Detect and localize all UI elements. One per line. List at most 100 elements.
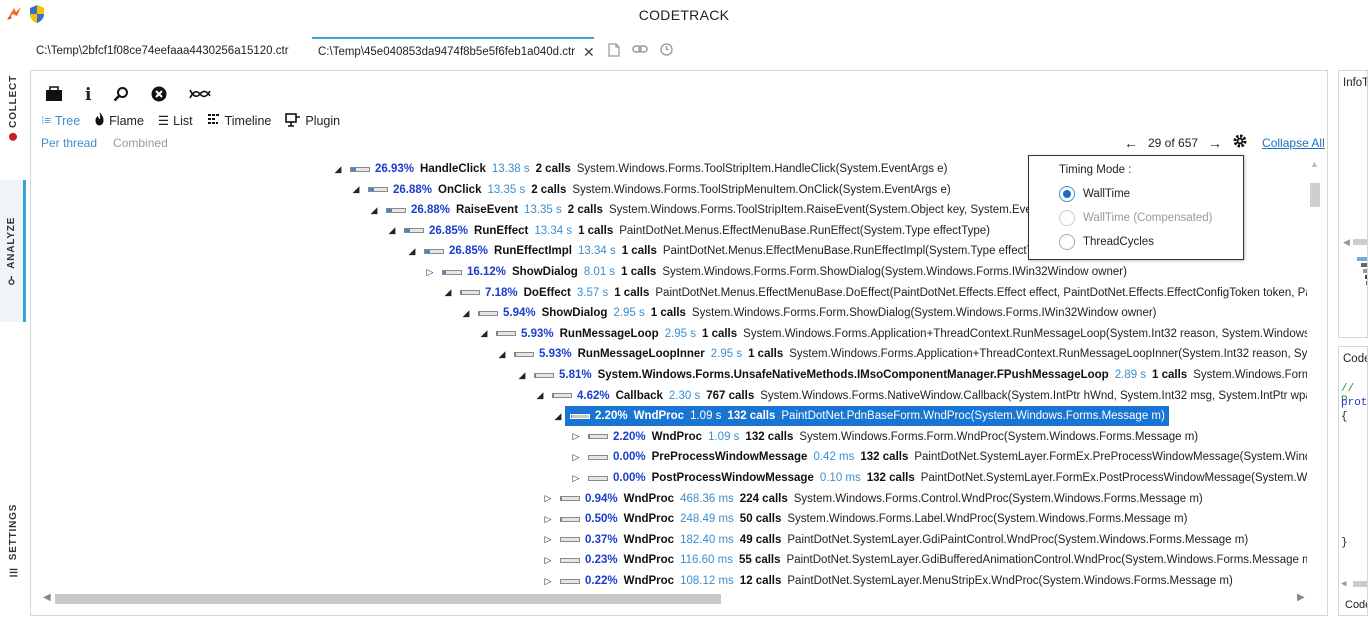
expanded-arrow-icon[interactable]: ◢: [495, 349, 509, 360]
tree-row[interactable]: ◢ 5.93% RunMessageLoopInner 2.95 s 1 calls Sy…: [31, 344, 1307, 364]
expanded-arrow-icon[interactable]: ◢: [385, 225, 399, 236]
horizontal-scrollbar[interactable]: ◀ ▶: [41, 591, 1309, 605]
mini-scrollbar[interactable]: [1353, 239, 1367, 245]
scroll-left-arrow-icon[interactable]: ◀: [43, 592, 51, 603]
expanded-arrow-icon[interactable]: ◢: [349, 184, 363, 195]
row-time: 0.42 ms: [813, 451, 855, 464]
tree-row[interactable]: ▷ 0.94% WndProc 468.36 ms 224 calls System.Wi…: [31, 489, 1307, 509]
row-signature: System.Windows.Forms.ToolStripItem.Handl…: [576, 163, 948, 175]
tree-row[interactable]: ▷ 0.50% WndProc 248.49 ms 50 calls System.Win…: [31, 509, 1307, 529]
scroll-left-arrow-icon[interactable]: ◀: [1341, 579, 1346, 589]
collapsed-arrow-icon[interactable]: ▷: [541, 514, 555, 525]
row-time: 1.09 s: [690, 410, 722, 423]
vertical-scrollbar-thumb[interactable]: [1310, 183, 1320, 207]
tree-row[interactable]: ▷ 2.20% WndProc 1.09 s 132 calls System.Windo…: [31, 427, 1307, 447]
code-line: {: [1341, 411, 1348, 423]
expanded-arrow-icon[interactable]: ◢: [477, 328, 491, 339]
percent-bar: [534, 372, 554, 378]
radio-circle[interactable]: [1059, 186, 1075, 202]
tree-row[interactable]: ◢ 5.81% System.Windows.Forms.UnsafeNativeM…: [31, 365, 1307, 385]
row-calls: 1 calls: [701, 327, 738, 340]
row-time: 182.40 ms: [680, 533, 734, 546]
scroll-left-arrow-icon[interactable]: ◀: [1343, 237, 1350, 248]
plugin-icon: [285, 111, 301, 130]
tab-plugin[interactable]: Plugin: [285, 111, 340, 130]
view-tabs: ⁝≡ Tree Flame ☰ List Timeline Plugin: [41, 111, 340, 130]
expanded-arrow-icon[interactable]: ◢: [459, 308, 473, 319]
expanded-arrow-icon[interactable]: ◢: [533, 390, 547, 401]
per-thread-tab[interactable]: Per thread: [41, 136, 97, 150]
row-time: 13.38 s: [491, 163, 530, 175]
close-icon[interactable]: ✕: [583, 44, 595, 61]
nav-settings[interactable]: ☰ SETTINGS: [0, 500, 26, 582]
clear-icon[interactable]: [151, 86, 167, 105]
collapsed-arrow-icon[interactable]: ▷: [569, 473, 583, 484]
collapsed-arrow-icon[interactable]: ▷: [569, 431, 583, 442]
info-icon[interactable]: i: [85, 85, 91, 105]
collapsed-arrow-icon[interactable]: ▷: [541, 555, 555, 566]
row-signature: PaintDotNet.Menus.EffectMenuBase.RunEffe…: [662, 245, 1056, 258]
tree-row[interactable]: ◢ 7.18% DoEffect 3.57 s 1 calls PaintDotNet.M…: [31, 283, 1307, 303]
tree-row[interactable]: ▷ 0.37% WndProc 182.40 ms 49 calls PaintDotNe…: [31, 530, 1307, 550]
tab-tree[interactable]: ⁝≡ Tree: [41, 114, 80, 128]
tree-row[interactable]: ◢ 5.94% ShowDialog 2.95 s 1 calls System.Wind…: [31, 303, 1307, 323]
tree-row[interactable]: ▷ 16.12% ShowDialog 8.01 s 1 calls System.Win…: [31, 262, 1307, 282]
row-percent: 5.93%: [539, 348, 572, 361]
tab-flame[interactable]: Flame: [94, 112, 144, 129]
scroll-up-arrow-icon[interactable]: ▲: [1310, 159, 1320, 169]
tree-row[interactable]: ▷ 0.00% PreProcessWindowMessage 0.42 ms 132 …: [31, 447, 1307, 467]
row-method-name: WndProc: [623, 513, 675, 526]
tree-row[interactable]: ▷ 0.22% WndProc 108.12 ms 12 calls PaintDotNe…: [31, 571, 1307, 589]
tree-row[interactable]: ▷ 0.00% PostProcessWindowMessage 0.10 ms 132…: [31, 468, 1307, 488]
horizontal-scrollbar-thumb[interactable]: [55, 594, 721, 604]
expanded-arrow-icon[interactable]: ◢: [515, 370, 529, 381]
percent-bar: [570, 413, 590, 419]
tree-row[interactable]: ◢ 5.93% RunMessageLoop 2.95 s 1 calls System.…: [31, 324, 1307, 344]
combined-tab[interactable]: Combined: [113, 136, 168, 150]
tree-row[interactable]: ▷ 0.23% WndProc 116.60 ms 55 calls PaintDotNe…: [31, 550, 1307, 570]
thread-mode-tabs: Per thread Combined: [41, 136, 168, 150]
tree-row[interactable]: ◢ 4.62% Callback 2.30 s 767 calls System.Wind…: [31, 386, 1307, 406]
open-folder-icon[interactable]: [45, 85, 63, 105]
collapsed-arrow-icon[interactable]: ▷: [541, 493, 555, 504]
collapse-all-link[interactable]: Collapse All: [1262, 136, 1325, 150]
collapsed-arrow-icon[interactable]: ▷: [541, 534, 555, 545]
collapsed-arrow-icon[interactable]: ▷: [541, 576, 555, 587]
tab-flame-label: Flame: [109, 113, 144, 128]
mini-scrollbar[interactable]: [1353, 581, 1367, 587]
radio-threadcycles[interactable]: ThreadCycles: [1059, 230, 1243, 254]
magnifier-icon: ⚲: [6, 273, 17, 286]
radio-walltime[interactable]: WallTime: [1059, 182, 1243, 206]
compare-icon[interactable]: [189, 86, 212, 105]
tab-timeline[interactable]: Timeline: [207, 113, 271, 128]
scroll-right-arrow-icon[interactable]: ▶: [1297, 592, 1305, 603]
expanded-arrow-icon[interactable]: ◢: [367, 205, 381, 216]
percent-bar: [560, 557, 580, 563]
radio-circle[interactable]: [1059, 234, 1075, 250]
link-icon[interactable]: [632, 43, 648, 60]
code-tab-label[interactable]: Code: [1345, 599, 1367, 611]
expanded-arrow-icon[interactable]: ◢: [441, 287, 455, 298]
gear-icon[interactable]: [1232, 133, 1248, 152]
tree-row[interactable]: ◢ 2.20% WndProc 1.09 s 132 calls PaintDotNet.…: [31, 406, 1307, 427]
arrow-left-icon[interactable]: ←: [1124, 135, 1138, 151]
nav-analyze[interactable]: ⚲ ANALYZE: [0, 180, 26, 322]
percent-bar: [442, 269, 462, 275]
expanded-arrow-icon[interactable]: ◢: [551, 411, 565, 422]
clock-icon[interactable]: [660, 42, 673, 60]
file-tab-active[interactable]: C:\Temp\45e040853da9474f8b5e5f6feb1a040d…: [312, 37, 595, 65]
row-method-name: RunMessageLoop: [559, 327, 659, 340]
file-tab[interactable]: C:\Temp\2bfcf1f08ce74eefaaa4430256a15120…: [30, 37, 312, 65]
collapsed-arrow-icon[interactable]: ▷: [569, 452, 583, 463]
timing-mode-popup: Timing Mode : WallTime WallTime (Compens…: [1028, 155, 1244, 260]
expanded-arrow-icon[interactable]: ◢: [331, 164, 345, 175]
collapsed-arrow-icon[interactable]: ▷: [423, 267, 437, 278]
nav-collect[interactable]: COLLECT: [0, 68, 26, 148]
tab-list[interactable]: ☰ List: [158, 113, 193, 129]
row-time: 13.34 s: [534, 224, 573, 237]
arrow-right-icon[interactable]: →: [1208, 135, 1222, 151]
search-icon[interactable]: [113, 86, 129, 105]
row-method-name: WndProc: [623, 533, 675, 546]
expanded-arrow-icon[interactable]: ◢: [405, 246, 419, 257]
document-icon[interactable]: [608, 42, 620, 60]
